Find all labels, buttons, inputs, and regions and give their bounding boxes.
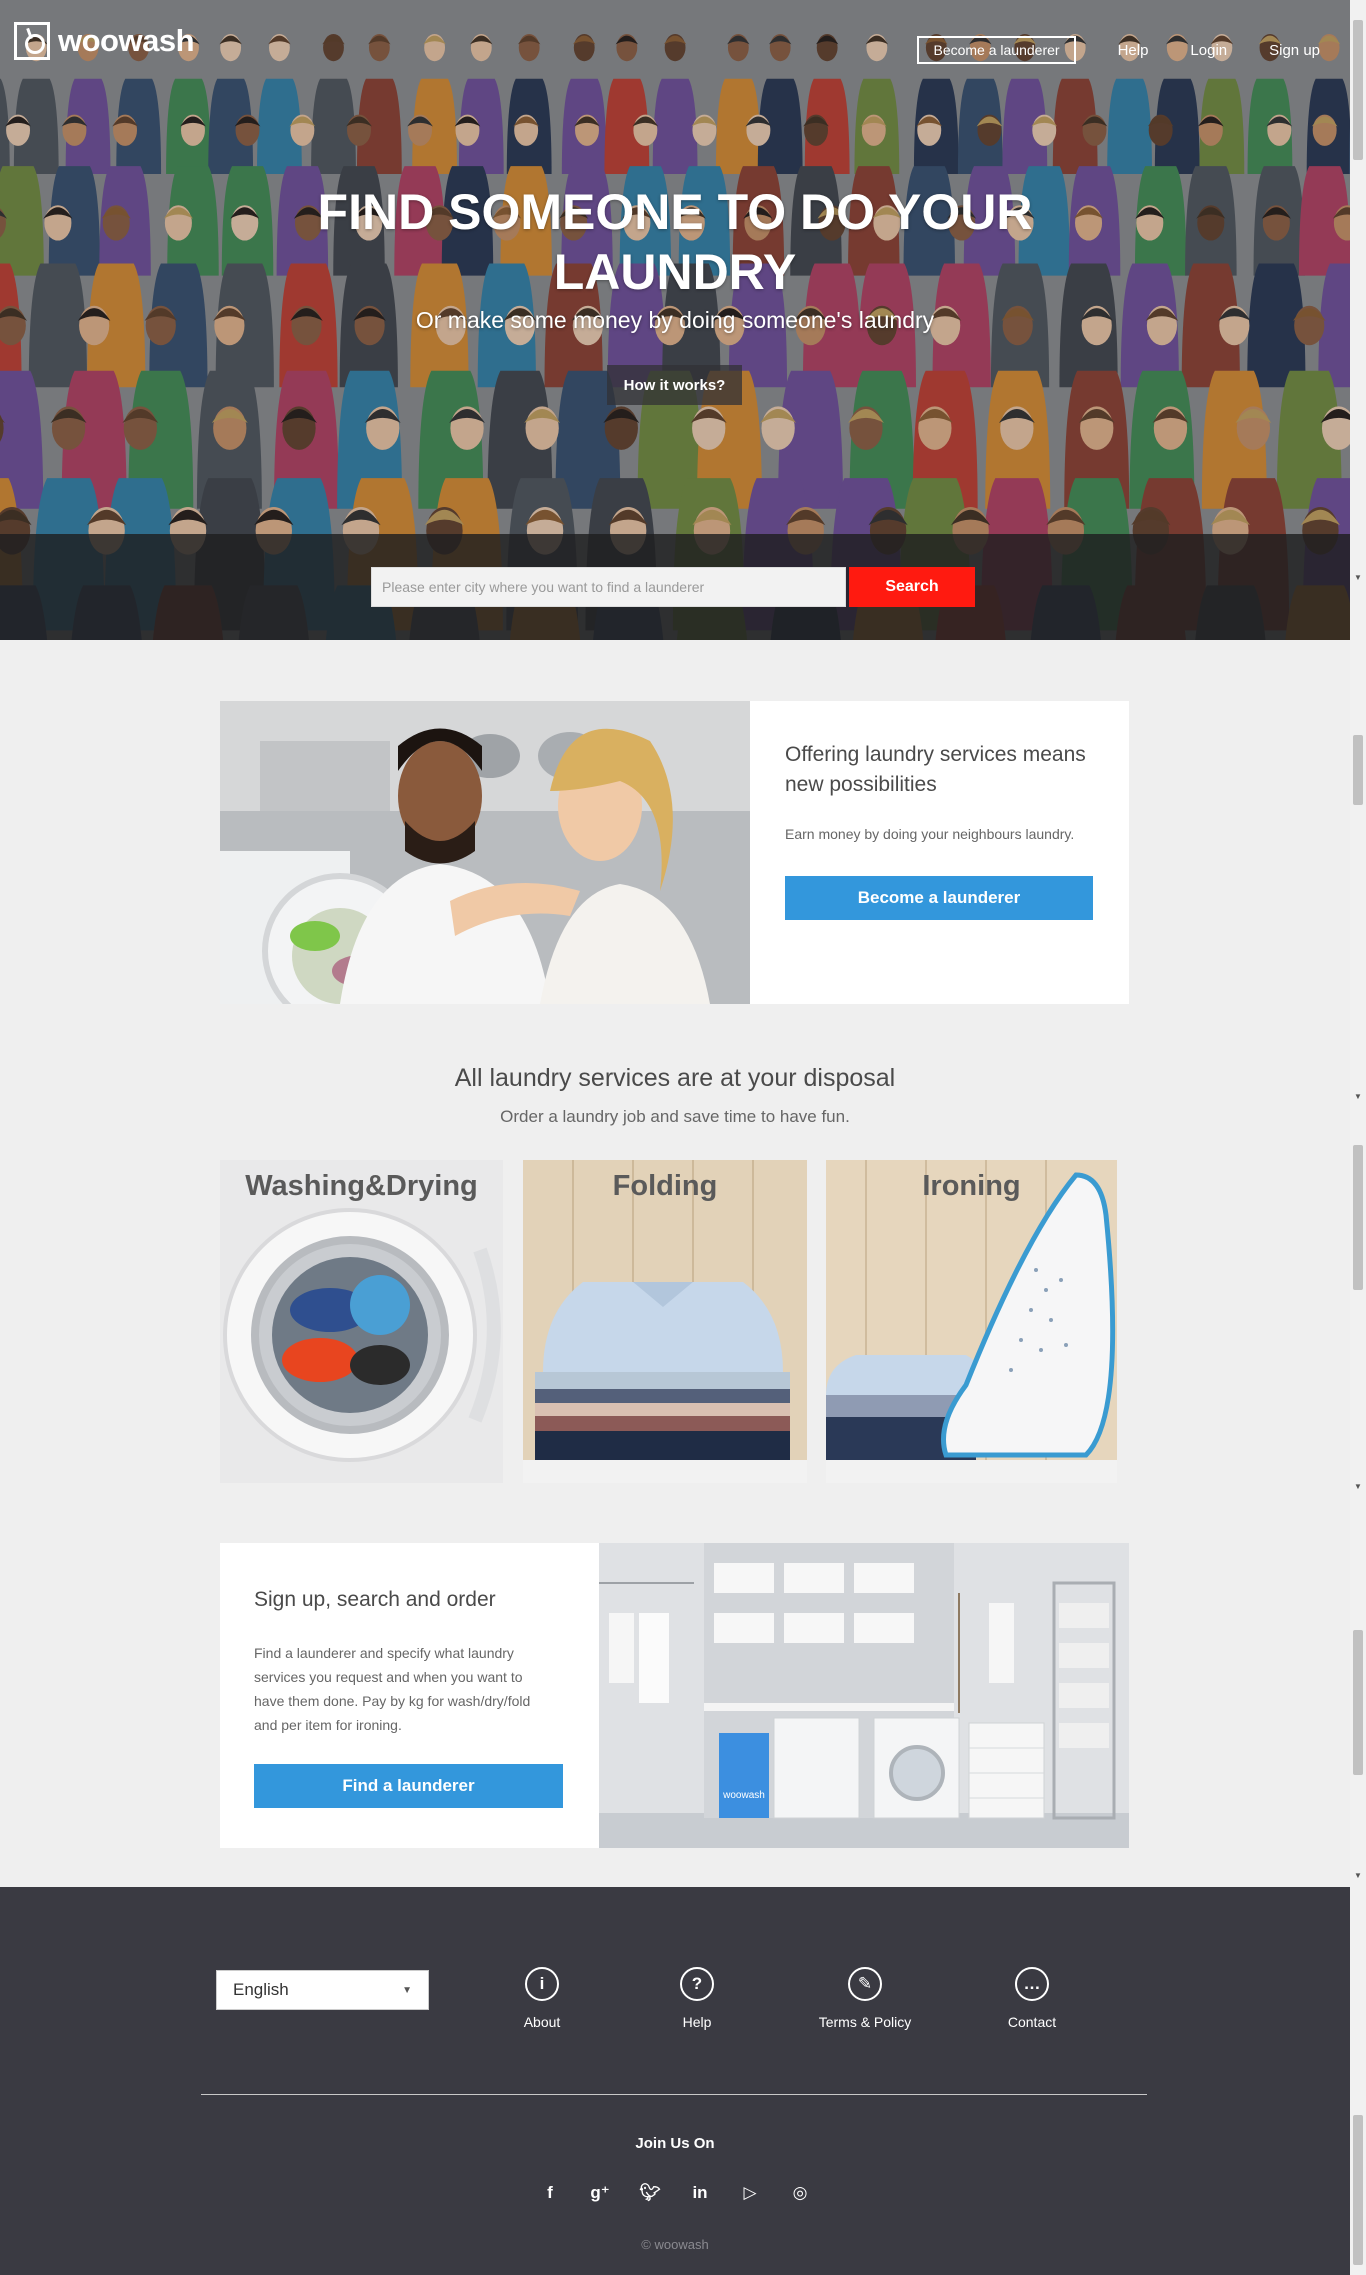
washer-logo-icon xyxy=(14,22,50,60)
scroll-down-arrow-icon[interactable]: ▼ xyxy=(1354,574,1362,582)
hero-subtitle: Or make some money by doing someone's la… xyxy=(415,307,935,333)
scrollbar-thumb[interactable] xyxy=(1353,1630,1363,1775)
offer-text: Earn money by doing your neighbours laun… xyxy=(785,826,1075,842)
hero: woowash Become a launderer Help Login Si… xyxy=(0,0,1350,640)
join-us-heading: Join Us On xyxy=(635,2135,715,2152)
footer-divider xyxy=(201,2094,1147,2095)
question-icon: ? xyxy=(680,1967,714,2001)
facebook-icon[interactable]: f xyxy=(540,2183,560,2203)
logo[interactable]: woowash xyxy=(14,22,195,60)
signup-text: Find a launderer and specify what laundr… xyxy=(254,1645,531,1733)
scrollbar-thumb[interactable] xyxy=(1353,20,1363,160)
city-search-input[interactable] xyxy=(371,567,846,607)
linkedin-icon[interactable]: in xyxy=(690,2183,710,2203)
footer-link-label: Terms & Policy xyxy=(818,2014,912,2030)
instagram-icon[interactable]: ◎ xyxy=(790,2183,810,2203)
basket-logo-text: woowash xyxy=(722,1790,765,1801)
search-bar: Search xyxy=(0,534,1350,640)
couple-laundry-photo xyxy=(220,701,750,1004)
google-plus-icon[interactable]: g⁺ xyxy=(590,2183,610,2203)
laundry-room-photo: woowash xyxy=(599,1543,1129,1848)
scroll-down-arrow-icon[interactable]: ▼ xyxy=(1354,1872,1362,1880)
signup-link[interactable]: Sign up xyxy=(1269,42,1320,59)
footer-link-about[interactable]: i About xyxy=(472,1967,612,2030)
footer-link-label: Contact xyxy=(1007,2014,1057,2030)
help-link[interactable]: Help xyxy=(1118,42,1149,59)
social-links: f g⁺ 🐦︎ in ▷ ◎ xyxy=(0,2183,1350,2203)
offer-title: Offering laundry services means new poss… xyxy=(785,743,1086,796)
scrollbar-thumb[interactable] xyxy=(1353,735,1363,805)
offer-card: Offering laundry services means new poss… xyxy=(220,701,1129,1004)
signup-card: Sign up, search and order Find a launder… xyxy=(220,1543,1129,1848)
become-launderer-button[interactable]: Become a launderer xyxy=(785,876,1093,920)
service-ironing[interactable]: Ironing xyxy=(826,1160,1117,1483)
main-content: Offering laundry services means new poss… xyxy=(0,640,1350,1887)
info-icon: i xyxy=(525,1967,559,2001)
service-label: Folding xyxy=(612,1170,718,1202)
language-select[interactable]: English ▼ xyxy=(216,1970,429,2010)
footer-link-label: Help xyxy=(682,2014,712,2030)
hero-title: FIND SOMEONE TO DO YOUR LAUNDRY xyxy=(317,184,1033,300)
become-launderer-link[interactable]: Become a launderer xyxy=(917,36,1076,64)
footer: English ▼ i About ? Help ✎ Terms & Polic… xyxy=(0,1887,1350,2275)
document-edit-icon: ✎ xyxy=(848,1967,882,2001)
footer-link-label: About xyxy=(523,2014,561,2030)
youtube-icon[interactable]: ▷ xyxy=(740,2183,760,2203)
services-title: All laundry services are at your disposa… xyxy=(454,1064,896,1092)
chevron-down-icon: ▼ xyxy=(402,1984,412,1996)
scrollbar-thumb[interactable] xyxy=(1353,1145,1363,1290)
scroll-down-arrow-icon[interactable]: ▼ xyxy=(1354,1093,1362,1101)
service-label: Washing&Drying xyxy=(245,1170,478,1202)
logo-text: woowash xyxy=(58,23,195,58)
chat-icon: … xyxy=(1015,1967,1049,2001)
search-button[interactable]: Search xyxy=(849,567,975,607)
service-label: Ironing xyxy=(922,1170,1021,1202)
footer-link-contact[interactable]: … Contact xyxy=(962,1967,1102,2030)
scroll-down-arrow-icon[interactable]: ▼ xyxy=(1354,1483,1362,1491)
footer-link-help[interactable]: ? Help xyxy=(627,1967,767,2030)
scrollbar[interactable]: ▼ ▼ ▼ ▼ xyxy=(1350,0,1366,2275)
find-launderer-button[interactable]: Find a launderer xyxy=(254,1764,563,1808)
scrollbar-thumb[interactable] xyxy=(1353,2115,1363,2265)
service-washing-drying[interactable]: Washing&Drying xyxy=(220,1160,503,1483)
service-folding[interactable]: Folding xyxy=(523,1160,807,1483)
language-value: English xyxy=(233,1980,289,1999)
login-link[interactable]: Login xyxy=(1190,42,1227,59)
signup-title: Sign up, search and order xyxy=(254,1588,496,1611)
top-nav: Become a launderer Help Login Sign up xyxy=(917,36,1320,64)
twitter-icon[interactable]: 🐦︎ xyxy=(639,2183,661,2203)
how-it-works-button[interactable]: How it works? xyxy=(607,365,742,405)
services-subtitle: Order a laundry job and save time to hav… xyxy=(500,1107,850,1126)
copyright: © woowash xyxy=(641,2237,709,2252)
footer-link-terms[interactable]: ✎ Terms & Policy xyxy=(795,1967,935,2030)
